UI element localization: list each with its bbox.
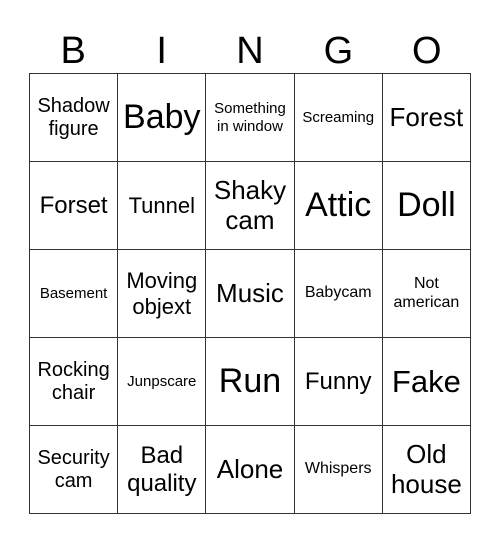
bingo-cell[interactable]: Basement bbox=[30, 250, 119, 338]
bingo-cell[interactable]: Whispers bbox=[294, 426, 383, 514]
bingo-cell[interactable]: Forset bbox=[30, 162, 119, 250]
bingo-cell[interactable]: Old house bbox=[382, 426, 471, 514]
bingo-cell[interactable]: Funny bbox=[294, 338, 383, 426]
bingo-cell[interactable]: Attic bbox=[294, 162, 383, 250]
bingo-cell[interactable]: Baby bbox=[118, 74, 207, 162]
header-letter-b: B bbox=[60, 30, 86, 72]
bingo-cell[interactable]: Security cam bbox=[30, 426, 119, 514]
bingo-cell[interactable]: Forest bbox=[382, 74, 471, 162]
bingo-cell[interactable]: Rocking chair bbox=[30, 338, 119, 426]
bingo-board: Shadow figure Baby Something in window S… bbox=[29, 73, 471, 514]
bingo-cell[interactable]: Run bbox=[206, 338, 295, 426]
bingo-cell[interactable]: Moving objext bbox=[118, 250, 207, 338]
bingo-cell[interactable]: Doll bbox=[382, 162, 471, 250]
bingo-cell[interactable]: Shadow figure bbox=[30, 74, 119, 162]
bingo-cell[interactable]: Babycam bbox=[294, 250, 383, 338]
header-letter-g: G bbox=[323, 30, 354, 72]
bingo-cell[interactable]: Something in window bbox=[206, 74, 295, 162]
header-letter-o: O bbox=[412, 30, 442, 72]
bingo-cell[interactable]: Music bbox=[206, 250, 295, 338]
bingo-cell[interactable]: Fake bbox=[382, 338, 471, 426]
bingo-cell[interactable]: Alone bbox=[206, 426, 295, 514]
bingo-cell[interactable]: Shaky cam bbox=[206, 162, 295, 250]
bingo-cell[interactable]: Not american bbox=[382, 250, 471, 338]
bingo-cell[interactable]: Junpscare bbox=[118, 338, 207, 426]
bingo-header: B I N G O bbox=[29, 30, 471, 72]
bingo-cell[interactable]: Screaming bbox=[294, 74, 383, 162]
bingo-cell[interactable]: Bad quality bbox=[118, 426, 207, 514]
header-letter-n: N bbox=[236, 30, 264, 72]
header-letter-i: I bbox=[156, 30, 167, 72]
bingo-cell[interactable]: Tunnel bbox=[118, 162, 207, 250]
